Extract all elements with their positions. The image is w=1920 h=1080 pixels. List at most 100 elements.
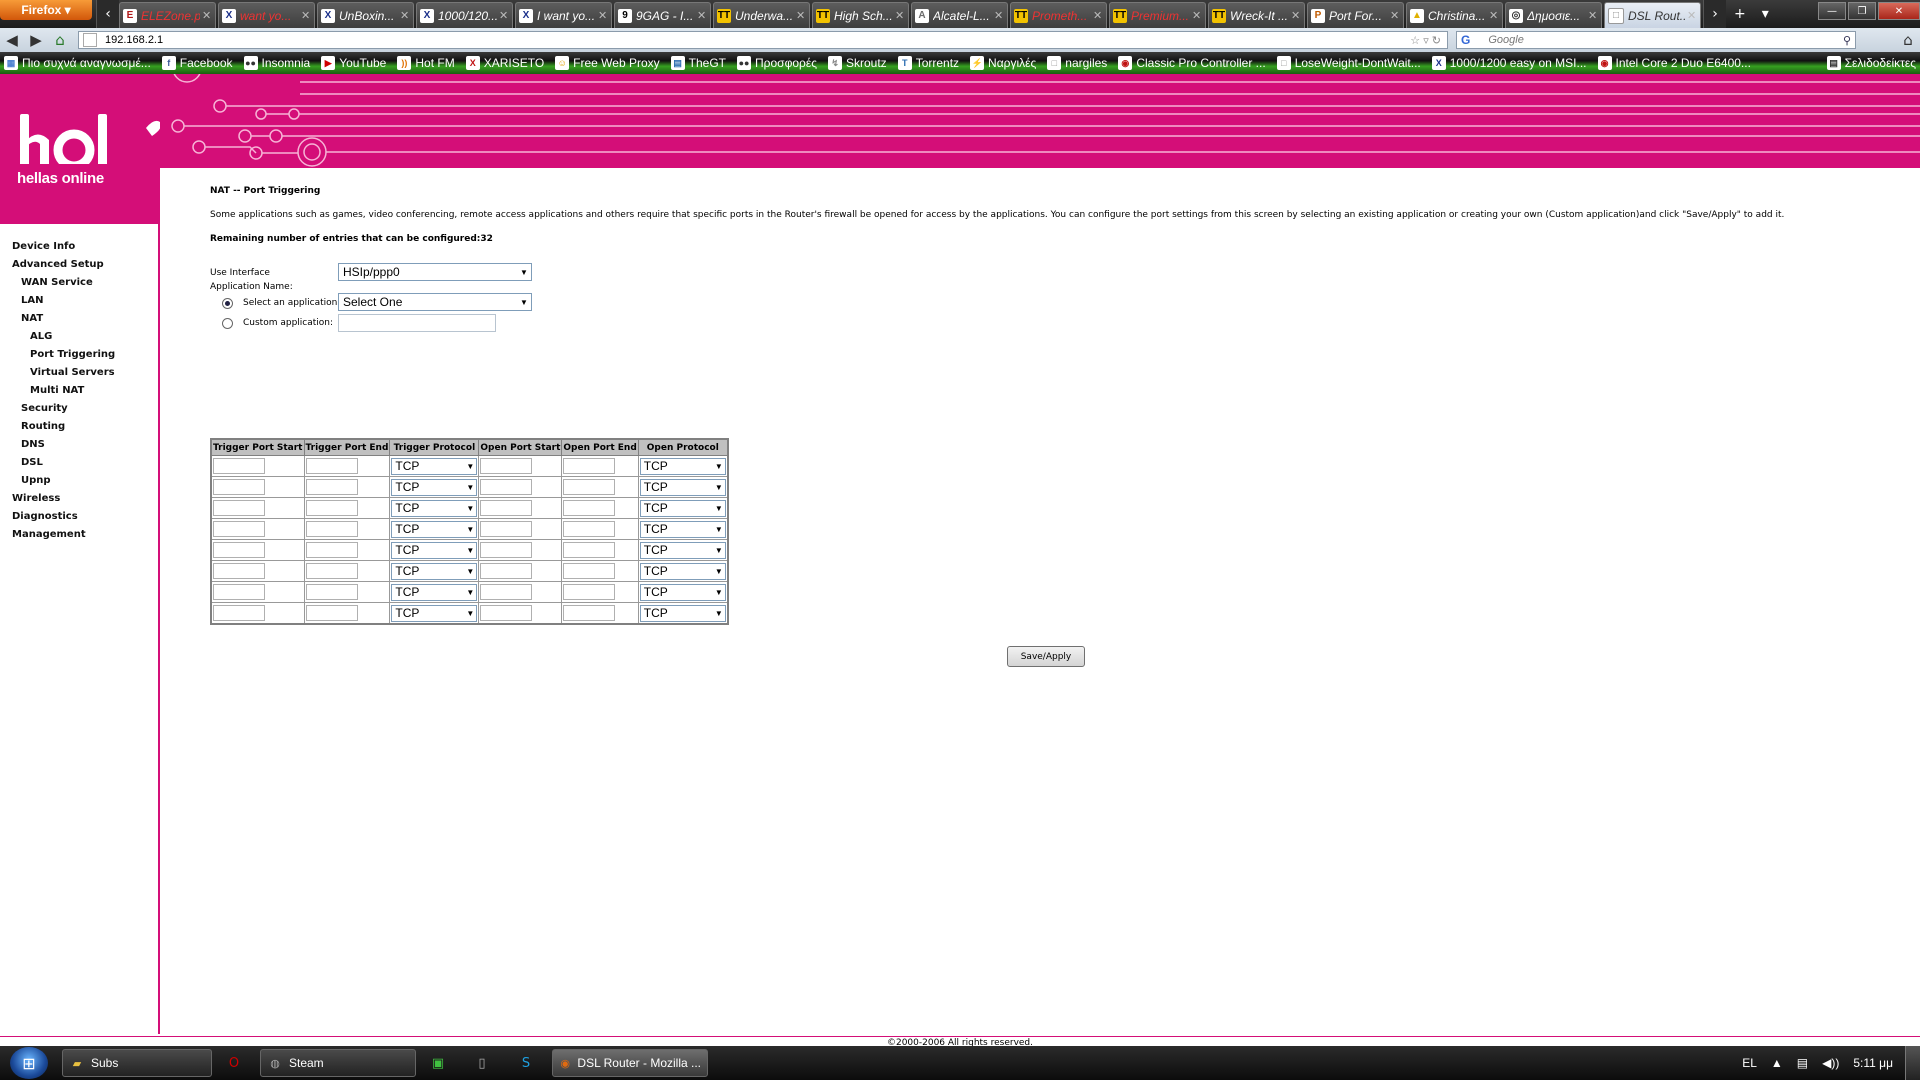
close-tab-icon[interactable]: ✕ <box>598 9 608 22</box>
close-tab-icon[interactable]: ✕ <box>1093 9 1103 22</box>
back-icon[interactable]: ◀ <box>0 31 24 49</box>
bookmark-15[interactable]: X 1000/1200 easy on MSI... <box>1431 56 1587 70</box>
sidebar-item-advanced-setup[interactable]: Advanced Setup <box>0 256 158 274</box>
close-tab-icon[interactable]: ✕ <box>1489 9 1499 22</box>
trigger-port-start-input[interactable] <box>213 521 265 537</box>
open-protocol-select[interactable]: TCP ▼ <box>639 457 726 475</box>
trigger-protocol-select[interactable]: TCP ▼ <box>391 583 478 601</box>
close-tab-icon[interactable]: ✕ <box>1291 9 1301 22</box>
open-protocol-select[interactable]: TCP ▼ <box>639 604 726 622</box>
select-application-radio[interactable] <box>222 298 233 309</box>
close-tab-icon[interactable]: ✕ <box>1687 9 1697 22</box>
trigger-port-start-input[interactable] <box>213 458 265 474</box>
close-tab-icon[interactable]: ✕ <box>1192 9 1202 22</box>
open-port-start-input[interactable] <box>480 521 533 537</box>
trigger-protocol-select[interactable]: TCP ▼ <box>391 562 478 580</box>
trigger-port-end-input[interactable] <box>305 563 358 579</box>
trigger-protocol-select[interactable]: TCP ▼ <box>391 499 478 517</box>
tab-3[interactable]: X 1000/120... ✕ <box>416 2 513 28</box>
language-indicator[interactable]: EL <box>1742 1056 1757 1070</box>
custom-application-radio[interactable] <box>222 318 233 329</box>
tab-9[interactable]: TT Prometh... ✕ <box>1010 2 1107 28</box>
new-tab-icon[interactable]: + <box>1726 0 1754 28</box>
bookmark-0[interactable]: ▦ Πιο συχνά αναγνωσμέ... <box>4 56 151 70</box>
show-desktop-button[interactable] <box>1905 1046 1920 1080</box>
sidebar-item-device-info[interactable]: Device Info <box>0 238 158 256</box>
trigger-port-end-input[interactable] <box>305 500 358 516</box>
taskbar-item-0[interactable]: ▰ Subs <box>62 1049 212 1077</box>
forward-icon[interactable]: ▶ <box>24 31 48 49</box>
opera-icon[interactable]: O <box>216 1049 252 1077</box>
home-page-icon[interactable]: ⌂ <box>48 31 72 49</box>
open-port-end-input[interactable] <box>563 458 616 474</box>
bookmark-5[interactable]: X XARISETO <box>465 56 544 70</box>
open-port-end-input[interactable] <box>563 521 616 537</box>
tab-scroll-right-icon[interactable]: › <box>1703 0 1726 28</box>
save-apply-button[interactable]: Save/Apply <box>1007 646 1085 667</box>
minimize-icon[interactable]: — <box>1818 2 1846 20</box>
tab-14[interactable]: ◎ Δημοσιε... ✕ <box>1505 2 1602 28</box>
open-protocol-select[interactable]: TCP ▼ <box>639 478 726 496</box>
trigger-protocol-select[interactable]: TCP ▼ <box>391 457 478 475</box>
trigger-protocol-select[interactable]: TCP ▼ <box>391 520 478 538</box>
bookmark-9[interactable]: ↯ Skroutz <box>828 56 887 70</box>
tab-10[interactable]: TT Premium... ✕ <box>1109 2 1206 28</box>
sidebar-item-nat[interactable]: NAT <box>0 310 158 328</box>
sidebar-item-dns[interactable]: DNS <box>0 436 158 454</box>
open-protocol-select[interactable]: TCP ▼ <box>639 520 726 538</box>
tab-2[interactable]: X UnBoxin... ✕ <box>317 2 414 28</box>
sidebar-item-security[interactable]: Security <box>0 400 158 418</box>
open-port-end-input[interactable] <box>563 542 616 558</box>
network-icon[interactable]: ▤ <box>1797 1056 1808 1070</box>
sidebar-item-virtual-servers[interactable]: Virtual Servers <box>0 364 158 382</box>
bookmark-1[interactable]: f Facebook <box>161 56 233 70</box>
tray-expand-icon[interactable]: ▲ <box>1771 1056 1783 1070</box>
trigger-port-end-input[interactable] <box>305 458 358 474</box>
tab-8[interactable]: A Alcatel-L... ✕ <box>911 2 1008 28</box>
tab-7[interactable]: TT High Sch... ✕ <box>812 2 909 28</box>
trigger-port-end-input[interactable] <box>305 521 358 537</box>
open-port-start-input[interactable] <box>480 542 533 558</box>
trigger-port-start-input[interactable] <box>213 542 265 558</box>
sidebar-item-lan[interactable]: LAN <box>0 292 158 310</box>
open-port-start-input[interactable] <box>480 479 533 495</box>
open-port-end-input[interactable] <box>563 605 616 621</box>
close-tab-icon[interactable]: ✕ <box>499 9 509 22</box>
tab-scroll-left-icon[interactable]: ‹ <box>96 0 119 28</box>
trigger-port-start-input[interactable] <box>213 479 265 495</box>
bookmark-7[interactable]: ▤ TheGT <box>670 56 726 70</box>
sidebar-item-routing[interactable]: Routing <box>0 418 158 436</box>
tab-4[interactable]: X I want yo... ✕ <box>515 2 612 28</box>
trigger-port-end-input[interactable] <box>305 584 358 600</box>
close-tab-icon[interactable]: ✕ <box>400 9 410 22</box>
open-protocol-select[interactable]: TCP ▼ <box>639 583 726 601</box>
sidebar-item-port-triggering[interactable]: Port Triggering <box>0 346 158 364</box>
trigger-port-end-input[interactable] <box>305 605 358 621</box>
url-bar[interactable]: 192.168.2.1 ☆ ▿ ↻ <box>78 31 1448 49</box>
tab-11[interactable]: TT Wreck-It ... ✕ <box>1208 2 1305 28</box>
tab-13[interactable]: ▲ Christina... ✕ <box>1406 2 1503 28</box>
trigger-port-start-input[interactable] <box>213 500 265 516</box>
sidebar-item-alg[interactable]: ALG <box>0 328 158 346</box>
select-application-dropdown[interactable]: Select One ▼ <box>338 293 532 311</box>
close-tab-icon[interactable]: ✕ <box>796 9 806 22</box>
sidebar-item-management[interactable]: Management <box>0 526 158 544</box>
open-port-end-input[interactable] <box>563 563 616 579</box>
tab-1[interactable]: Xwant yo... ✕ <box>218 2 315 28</box>
bookmark-8[interactable]: ●● Προσφορές <box>737 56 817 70</box>
sidebar-item-diagnostics[interactable]: Diagnostics <box>0 508 158 526</box>
open-port-end-input[interactable] <box>563 500 616 516</box>
search-icon[interactable]: ⚲ <box>1843 34 1855 47</box>
bookmark-12[interactable]: □ nargiles <box>1047 56 1107 70</box>
bookmark-6[interactable]: ☺ Free Web Proxy <box>555 56 660 70</box>
firefox-menu-button[interactable]: Firefox ▾ <box>0 0 92 20</box>
taskbar-item-1[interactable]: ◍ Steam <box>260 1049 416 1077</box>
notepad-icon[interactable]: ▯ <box>464 1049 500 1077</box>
all-tabs-icon[interactable]: ▾ <box>1754 0 1777 28</box>
taskbar-item-2[interactable]: ◉ DSL Router - Mozilla ... <box>552 1049 708 1077</box>
tab-12[interactable]: P Port For... ✕ <box>1307 2 1404 28</box>
close-tab-icon[interactable]: ✕ <box>202 9 212 22</box>
close-tab-icon[interactable]: ✕ <box>994 9 1004 22</box>
trigger-port-end-input[interactable] <box>305 479 358 495</box>
home-icon[interactable]: ⌂ <box>1896 31 1920 49</box>
